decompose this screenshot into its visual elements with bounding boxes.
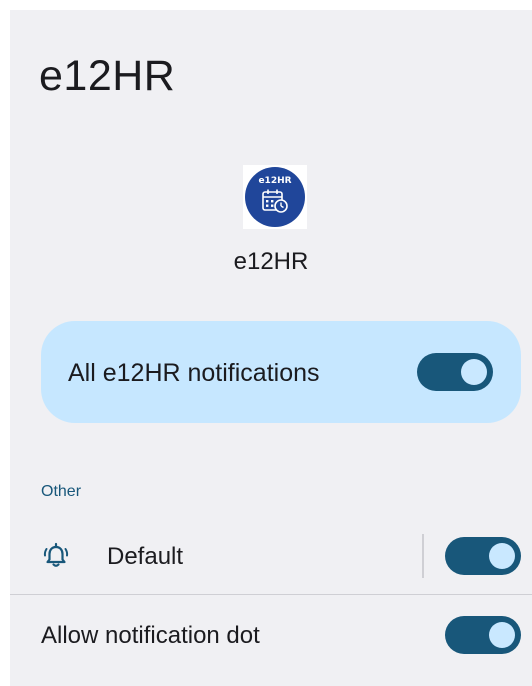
vertical-divider [422,534,424,578]
bell-ringing-icon [43,542,69,567]
notification-dot-label: Allow notification dot [41,622,260,649]
notification-settings-screen: e12HR e12HR e12HR All e12HR notification… [10,10,532,686]
app-name: e12HR [233,248,309,275]
notification-dot-row[interactable]: Allow notification dot [10,604,532,666]
app-icon-text: e12HR [258,176,292,186]
channel-label: Default [107,543,184,570]
channel-row-default[interactable]: Default [10,525,532,587]
page-title: e12HR [39,52,176,100]
all-notifications-label: All e12HR notifications [68,359,320,387]
section-header-other: Other [41,483,82,500]
calendar-clock-icon [262,189,288,213]
switch-knob [489,543,515,569]
row-divider [10,594,532,595]
switch-knob [489,622,515,648]
notification-dot-switch[interactable] [445,616,521,654]
app-icon: e12HR [243,165,307,229]
e12hr-calendar-app-icon: e12HR [245,167,305,227]
all-notifications-switch[interactable] [417,353,493,391]
channel-default-switch[interactable] [445,537,521,575]
all-notifications-toggle-row[interactable]: All e12HR notifications [41,321,521,423]
switch-knob [461,359,487,385]
